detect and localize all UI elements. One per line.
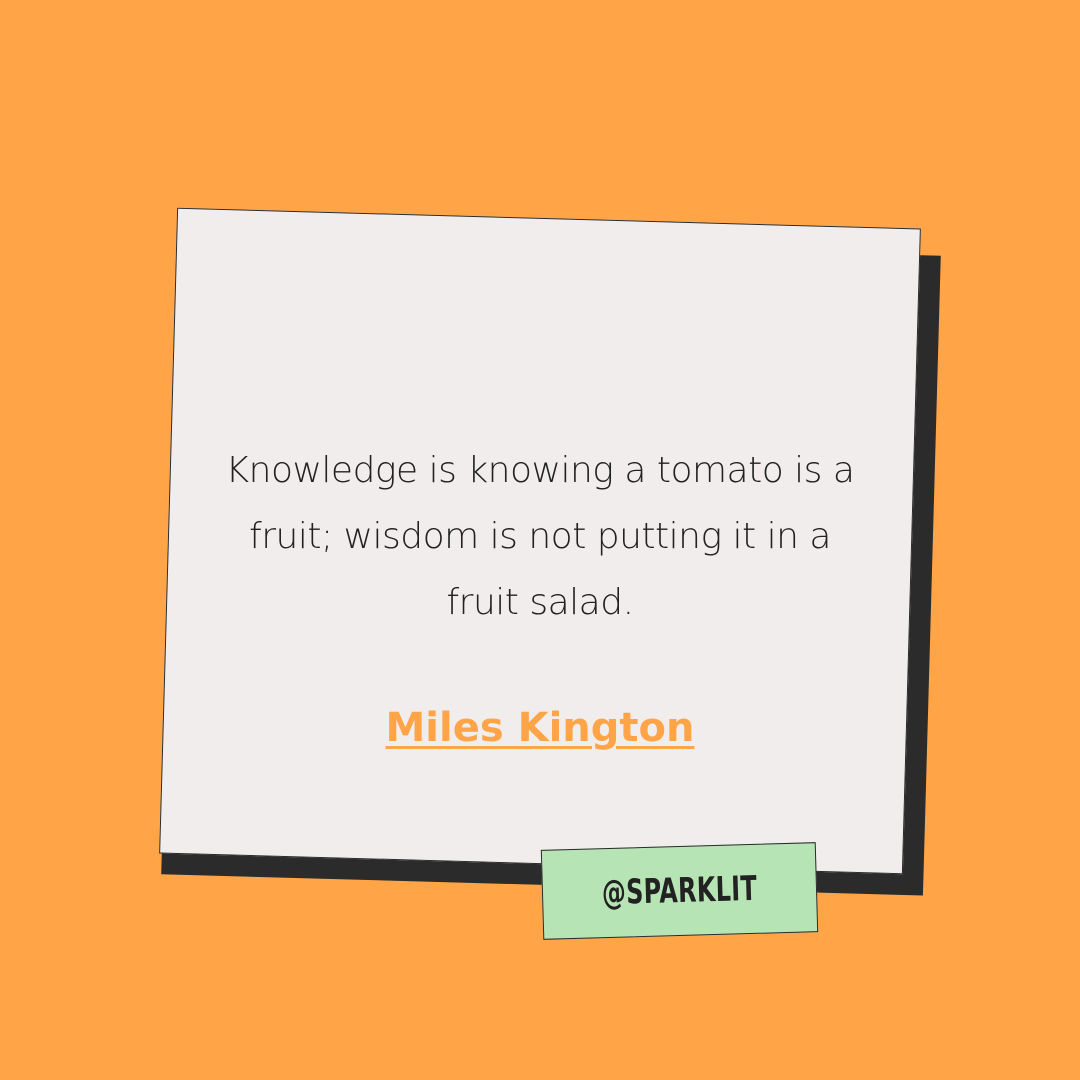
handle-text: @SPARKLIT <box>601 868 758 914</box>
quote-graphic: Knowledge is knowing a tomato is a fruit… <box>0 0 1080 1080</box>
author-link[interactable]: Miles Kington <box>290 700 790 756</box>
handle-tag: @SPARKLIT <box>540 842 819 940</box>
quote-text: Knowledge is knowing a tomato is a fruit… <box>225 450 855 623</box>
